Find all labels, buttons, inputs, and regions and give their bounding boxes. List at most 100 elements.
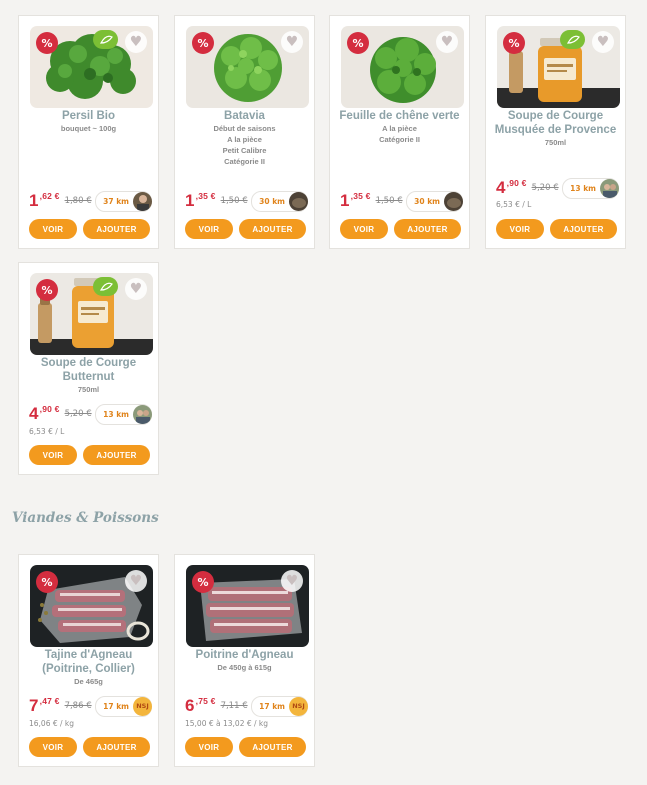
producer-distance[interactable]: 30 km (406, 190, 463, 212)
promo-badge-icon: % (36, 571, 58, 593)
product-title[interactable]: Soupe de Courge Musquée de Provence 750m… (490, 109, 621, 148)
producer-avatar[interactable] (133, 191, 152, 211)
producer-avatar[interactable] (133, 404, 152, 424)
product-card[interactable]: % ♥ Soupe de Courge Butternut 750ml 4,90… (18, 262, 159, 475)
promo-badge-icon: % (347, 32, 369, 54)
add-to-cart-button[interactable]: AJOUTER (83, 219, 150, 239)
card-actions: VOIR AJOUTER (185, 219, 306, 240)
price-row: 1,62 € 1,80 € 37 km (29, 190, 152, 212)
producer-logo[interactable]: NSJ (289, 696, 308, 716)
add-to-cart-button[interactable]: AJOUTER (239, 737, 306, 757)
product-detail: Catégorie II (224, 157, 265, 166)
product-image[interactable]: % ♥ (186, 26, 309, 108)
unit-price: 15,00 € à 13,02 € / kg (185, 719, 269, 728)
producer-avatar[interactable] (289, 191, 308, 211)
view-button[interactable]: VOIR (29, 737, 77, 757)
view-button[interactable]: VOIR (185, 737, 233, 757)
view-button[interactable]: VOIR (29, 445, 77, 465)
producer-distance[interactable]: 37 km (95, 190, 152, 212)
product-image[interactable]: % ♥ (30, 565, 153, 647)
product-title[interactable]: Persil Bio bouquet ~ 100g (23, 109, 154, 134)
old-price: 1,80 € (64, 196, 92, 206)
product-detail: 750ml (77, 385, 100, 394)
heart-icon[interactable]: ♥ (125, 278, 147, 300)
view-button[interactable]: VOIR (496, 219, 544, 239)
product-image[interactable]: % ♥ (497, 26, 620, 108)
promo-badge-icon: % (192, 32, 214, 54)
unit-price: 6,53 € / L (29, 427, 65, 436)
current-price: 7,47 € (29, 696, 60, 715)
producer-avatar[interactable] (444, 191, 463, 211)
current-price: 4,90 € (496, 178, 527, 197)
price-row: 4,90 € 5,20 € 13 km (496, 177, 619, 199)
product-card[interactable]: % ♥ Soupe de Courge Musquée de Provence … (485, 15, 626, 249)
old-price: 5,20 € (531, 183, 559, 193)
product-title[interactable]: Soupe de Courge Butternut 750ml (23, 356, 154, 395)
product-detail: 750ml (544, 138, 567, 147)
product-image[interactable]: % ♥ (30, 26, 153, 108)
heart-icon[interactable]: ♥ (125, 31, 147, 53)
card-actions: VOIR AJOUTER (340, 219, 461, 240)
add-to-cart-button[interactable]: AJOUTER (83, 737, 150, 757)
product-detail: De 450g à 615g (217, 663, 272, 672)
product-detail: De 465g (74, 677, 103, 686)
product-title[interactable]: Tajine d'Agneau (Poitrine, Collier) De 4… (23, 648, 154, 687)
card-actions: VOIR AJOUTER (185, 737, 306, 758)
product-title[interactable]: Batavia Début de saisons A la pièce Peti… (179, 109, 310, 167)
price-row: 6,75 € 7,11 € 17 km NSJ (185, 695, 308, 717)
view-button[interactable]: VOIR (340, 219, 388, 239)
eu-organic-leaf-icon (93, 30, 118, 49)
card-actions: VOIR AJOUTER (29, 737, 150, 758)
add-to-cart-button[interactable]: AJOUTER (550, 219, 617, 239)
product-detail: Petit Calibre (222, 146, 267, 155)
heart-icon[interactable]: ♥ (281, 570, 303, 592)
price-row: 1,35 € 1,50 € 30 km (185, 190, 308, 212)
add-to-cart-button[interactable]: AJOUTER (394, 219, 461, 239)
producer-distance[interactable]: 17 km NSJ (95, 695, 152, 717)
view-button[interactable]: VOIR (185, 219, 233, 239)
producer-logo[interactable]: NSJ (133, 696, 152, 716)
promo-badge-icon: % (503, 32, 525, 54)
product-title[interactable]: Poitrine d'Agneau De 450g à 615g (179, 648, 310, 673)
price-row: 4,90 € 5,20 € 13 km (29, 403, 152, 425)
producer-avatar[interactable] (600, 178, 619, 198)
product-image[interactable]: % ♥ (186, 565, 309, 647)
current-price: 1,35 € (340, 191, 371, 210)
producer-distance[interactable]: 30 km (251, 190, 308, 212)
view-button[interactable]: VOIR (29, 219, 77, 239)
heart-icon[interactable]: ♥ (281, 31, 303, 53)
product-image[interactable]: % ♥ (30, 273, 153, 355)
promo-badge-icon: % (36, 279, 58, 301)
old-price: 7,11 € (220, 701, 248, 711)
current-price: 4,90 € (29, 404, 60, 423)
producer-distance[interactable]: 13 km (95, 403, 152, 425)
product-card[interactable]: % ♥ Tajine d'Agneau (Poitrine, Collier) … (18, 554, 159, 767)
card-actions: VOIR AJOUTER (29, 445, 150, 466)
producer-distance[interactable]: 13 km (562, 177, 619, 199)
current-price: 6,75 € (185, 696, 216, 715)
unit-price: 6,53 € / L (496, 200, 532, 209)
card-actions: VOIR AJOUTER (496, 219, 617, 240)
product-detail: A la pièce (227, 135, 262, 144)
unit-price: 16,06 € / kg (29, 719, 75, 728)
product-card[interactable]: % ♥ Feuille de chêne verte A la pièce Ca… (329, 15, 470, 249)
heart-icon[interactable]: ♥ (592, 31, 614, 53)
current-price: 1,35 € (185, 191, 216, 210)
product-card[interactable]: % ♥ Batavia Début de saisons A la pièce … (174, 15, 315, 249)
heart-icon[interactable]: ♥ (125, 570, 147, 592)
product-card[interactable]: % ♥ Persil Bio bouquet ~ 100g 1,62 € 1,8… (18, 15, 159, 249)
card-actions: VOIR AJOUTER (29, 219, 150, 240)
product-image[interactable]: % ♥ (341, 26, 464, 108)
price-row: 7,47 € 7,86 € 17 km NSJ (29, 695, 152, 717)
heart-icon[interactable]: ♥ (436, 31, 458, 53)
add-to-cart-button[interactable]: AJOUTER (239, 219, 306, 239)
eu-organic-leaf-icon (93, 277, 118, 296)
product-title[interactable]: Feuille de chêne verte A la pièce Catégo… (334, 109, 465, 145)
product-card[interactable]: % ♥ Poitrine d'Agneau De 450g à 615g 6,7… (174, 554, 315, 767)
price-row: 1,35 € 1,50 € 30 km (340, 190, 463, 212)
product-detail: bouquet ~ 100g (60, 124, 117, 133)
promo-badge-icon: % (192, 571, 214, 593)
add-to-cart-button[interactable]: AJOUTER (83, 445, 150, 465)
producer-distance[interactable]: 17 km NSJ (251, 695, 308, 717)
product-detail: Début de saisons (213, 124, 276, 133)
